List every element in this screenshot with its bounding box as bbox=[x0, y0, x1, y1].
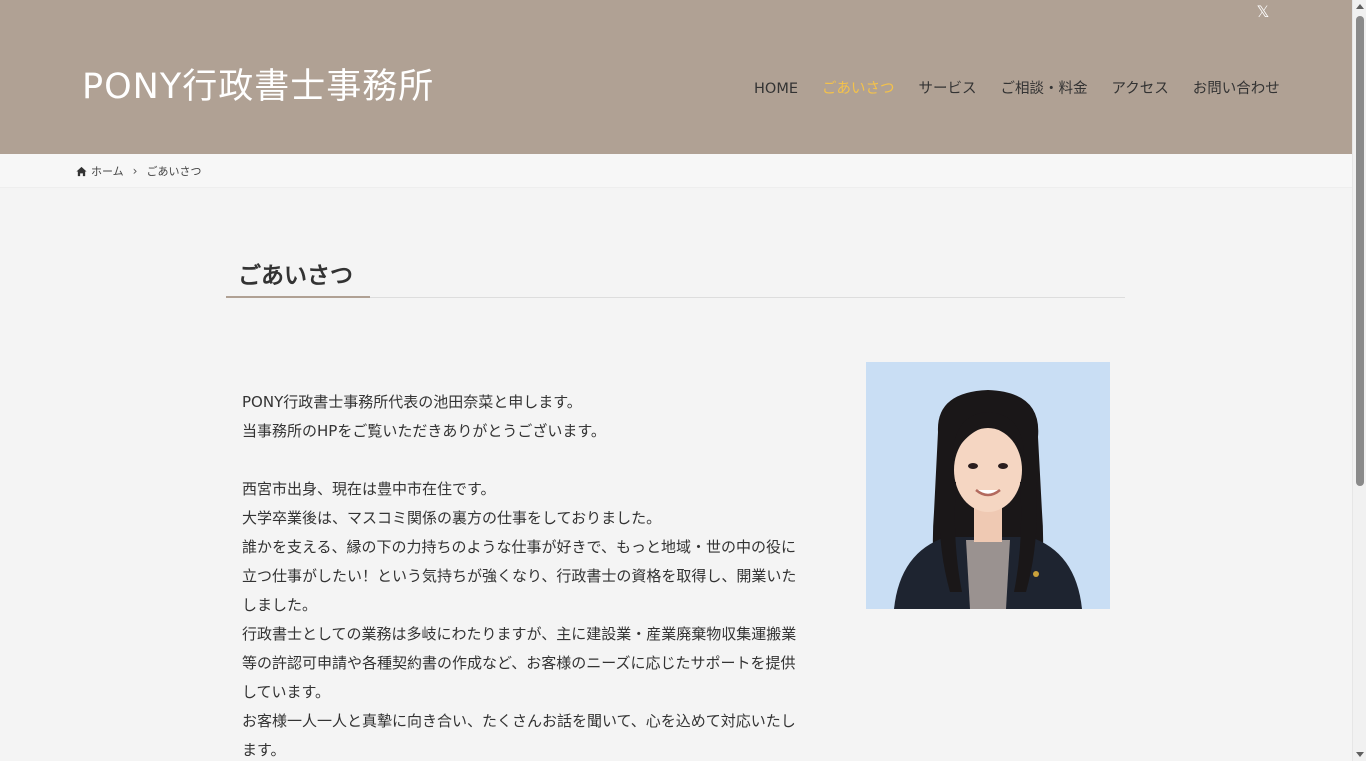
nav-item-contact[interactable]: お問い合わせ bbox=[1193, 78, 1280, 100]
greeting-line: 当事務所のHPをご覧いただきありがとうございます。 bbox=[242, 422, 606, 440]
representative-portrait bbox=[866, 362, 1110, 609]
breadcrumb-separator: › bbox=[132, 164, 138, 178]
home-icon bbox=[76, 166, 87, 176]
global-nav: HOME ごあいさつ サービス ご相談・料金 アクセス お問い合わせ bbox=[754, 78, 1280, 100]
nav-item-greeting[interactable]: ごあいさつ bbox=[822, 78, 895, 100]
site-header: 𝕏 PONY行政書士事務所 HOME ごあいさつ サービス ご相談・料金 アクセ… bbox=[0, 0, 1352, 154]
greeting-line: 立つ仕事がしたい！という気持ちが強くなり、行政書士の資格を取得し、開業いた bbox=[242, 567, 797, 585]
nav-item-services[interactable]: サービス bbox=[919, 78, 977, 100]
breadcrumb-current: ごあいさつ bbox=[146, 165, 202, 178]
nav-item-home[interactable]: HOME bbox=[754, 78, 798, 100]
greeting-line: 行政書士としての業務は多岐にわたりますが、主に建設業・産業廃棄物収集運搬業 bbox=[242, 625, 797, 643]
x-social-icon[interactable]: 𝕏 bbox=[1253, 2, 1273, 22]
breadcrumb-home-link[interactable]: ホーム bbox=[91, 163, 124, 179]
breadcrumb: ホーム › ごあいさつ bbox=[0, 154, 1352, 188]
greeting-line: ます。 bbox=[242, 741, 286, 759]
scroll-up-arrow-icon[interactable] bbox=[1356, 4, 1364, 9]
greeting-line: 等の許認可申請や各種契約書の作成など、お客様のニーズに応じたサポートを提供 bbox=[242, 654, 796, 672]
page-title: ごあいさつ bbox=[238, 263, 353, 289]
scrollbar-thumb[interactable] bbox=[1356, 16, 1364, 486]
greeting-line: お客様一人一人と真摯に向き合い、たくさんお話を聞いて、心を込めて対応いたし bbox=[242, 712, 796, 730]
vertical-scrollbar[interactable] bbox=[1352, 0, 1366, 761]
greeting-line: 大学卒業後は、マスコミ関係の裏方の仕事をしておりました。 bbox=[242, 509, 662, 527]
greeting-line: 誰かを支える、縁の下の力持ちのような仕事が好きで、もっと地域・世の中の役に bbox=[242, 538, 796, 556]
greeting-line: 西宮市出身、現在は豊中市在住です。 bbox=[242, 480, 496, 498]
greeting-line: PONY行政書士事務所代表の池田奈菜と申します。 bbox=[242, 393, 582, 411]
greeting-body: PONY行政書士事務所代表の池田奈菜と申します。 当事務所のHPをご覧いただきあ… bbox=[242, 388, 842, 761]
portrait-illustration bbox=[866, 362, 1110, 609]
site-logo[interactable]: PONY行政書士事務所 bbox=[82, 62, 434, 112]
nav-item-access[interactable]: アクセス bbox=[1112, 78, 1169, 100]
page: 𝕏 PONY行政書士事務所 HOME ごあいさつ サービス ご相談・料金 アクセ… bbox=[0, 0, 1366, 761]
title-accent-line bbox=[226, 296, 370, 298]
greeting-line: しています。 bbox=[242, 683, 331, 701]
greeting-line: しました。 bbox=[242, 596, 318, 614]
breadcrumb-inner: ホーム › ごあいさつ bbox=[76, 163, 201, 179]
nav-item-consultation-fees[interactable]: ご相談・料金 bbox=[1001, 78, 1088, 100]
scroll-down-arrow-icon[interactable] bbox=[1356, 752, 1364, 757]
